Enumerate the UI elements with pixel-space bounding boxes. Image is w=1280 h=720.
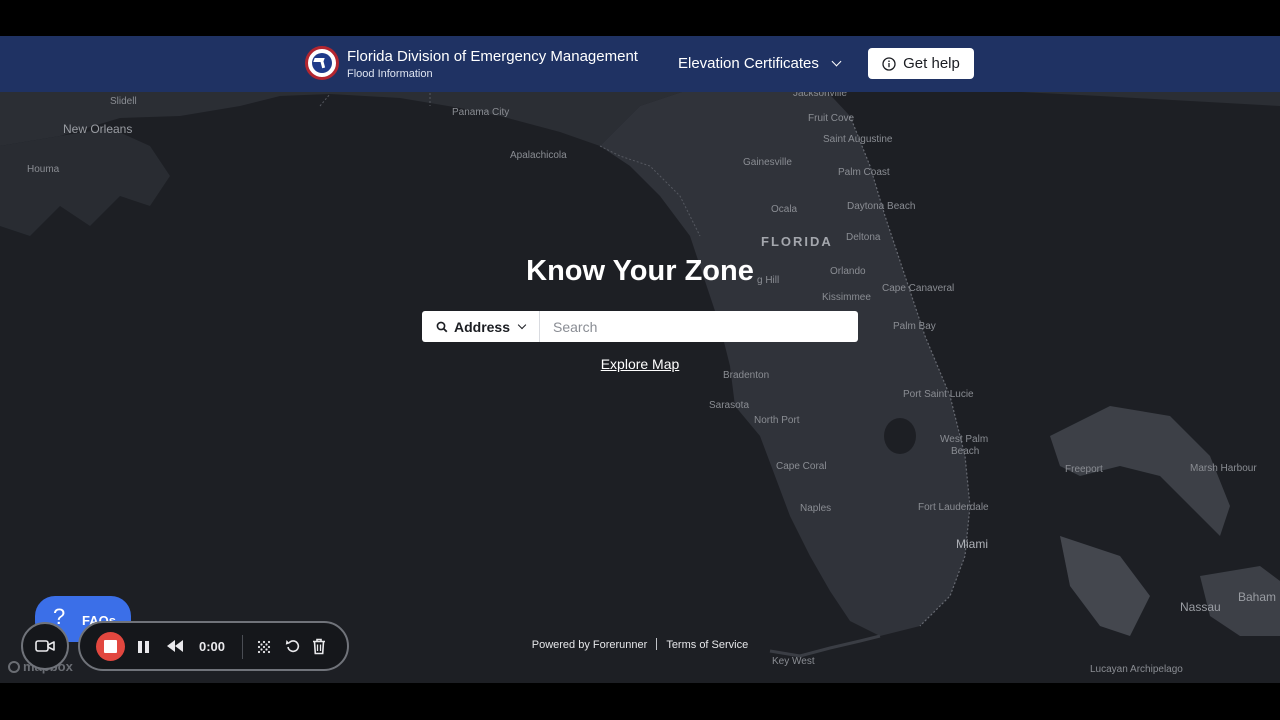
chevron-down-icon [831, 56, 842, 67]
map-label-cape-coral: Cape Coral [776, 461, 827, 472]
elevation-certificates-menu[interactable]: Elevation Certificates [678, 55, 842, 72]
map-label-palm-coast: Palm Coast [838, 167, 890, 178]
map-label-panama-city: Panama City [452, 107, 510, 118]
top-header: Florida Division of Emergency Management… [0, 36, 1280, 92]
recording-timer: 0:00 [199, 639, 226, 654]
grid-dots-icon[interactable] [256, 639, 272, 655]
map-label-new-orleans: New Orleans [63, 122, 133, 136]
map-label-key-west: Key West [772, 656, 815, 667]
map-label-saint-augustine: Saint Augustine [823, 134, 893, 145]
recording-toolbar: 0:00 [78, 621, 349, 671]
map-label-slidell: Slidell [110, 96, 137, 107]
restart-icon[interactable] [285, 638, 301, 654]
letterbox-top [0, 0, 1280, 36]
map-label-daytona-beach: Daytona Beach [847, 201, 916, 212]
map-label-west-palm-beach-1: West Palm [940, 434, 989, 445]
footer-divider [656, 638, 658, 650]
map-label-palm-bay: Palm Bay [893, 321, 936, 332]
trash-icon[interactable] [312, 638, 326, 655]
map-label-gainesville: Gainesville [743, 157, 792, 168]
pause-icon-left-bar [138, 641, 142, 653]
camera-toggle-button[interactable] [21, 622, 69, 670]
map-label-naples: Naples [800, 503, 832, 514]
search-type-label: Address [453, 318, 511, 335]
map-label-sarasota: Sarasota [709, 400, 750, 411]
map-label-fruit-cove: Fruit Cove [808, 113, 855, 124]
map-label-kissimmee: Kissimmee [822, 292, 871, 303]
map-label-bahamas: Baham [1238, 590, 1277, 604]
search-icon [436, 321, 448, 332]
map-label-apalachicola: Apalachicola [510, 150, 567, 161]
get-help-label: Get help [903, 55, 960, 72]
org-title[interactable]: Florida Division of Emergency Management [347, 48, 638, 65]
search-type-dropdown[interactable]: Address [422, 311, 540, 342]
explore-map-link[interactable]: Explore Map [601, 356, 680, 372]
pause-button[interactable] [137, 639, 151, 655]
map-label-ocala: Ocala [771, 204, 798, 215]
map-label-north-port: North Port [754, 415, 800, 426]
powered-by-link[interactable]: Powered by Forerunner [532, 639, 648, 651]
pause-icon-right-bar [145, 641, 149, 653]
map-label-houma: Houma [27, 164, 60, 175]
elevation-certificates-label: Elevation Certificates [678, 55, 819, 72]
info-icon [882, 56, 896, 71]
get-help-button[interactable]: Get help [868, 48, 974, 79]
chevron-down-icon [517, 320, 527, 330]
map-label-port-saint-lucie: Port Saint Lucie [903, 389, 974, 400]
letterbox-bottom [0, 683, 1280, 720]
mapbox-logo-icon [8, 660, 20, 673]
stop-icon [104, 640, 117, 653]
rewind-icon[interactable] [167, 640, 184, 652]
search-input[interactable] [540, 311, 858, 342]
map-label-fort-lauderdale: Fort Lauderdale [918, 502, 989, 513]
explore-map-row: Explore Map [0, 356, 1280, 374]
map-label-florida: FLORIDA [761, 234, 833, 249]
search-bar: Address [422, 311, 858, 342]
map-label-marsh-harbour: Marsh Harbour [1190, 463, 1257, 474]
map-label-west-palm-beach-2: Beach [951, 446, 980, 457]
map-label-freeport: Freeport [1065, 464, 1103, 475]
map-label-deltona: Deltona [846, 232, 881, 243]
video-camera-icon [35, 640, 55, 652]
org-subtitle: Flood Information [347, 68, 433, 80]
map-label-lucayan: Lucayan Archipelago [1090, 664, 1183, 675]
map-label-nassau: Nassau [1180, 600, 1221, 614]
map-label-miami: Miami [956, 537, 988, 551]
toolbar-divider [242, 635, 243, 659]
page-title: Know Your Zone [526, 255, 754, 287]
terms-of-service-link[interactable]: Terms of Service [666, 639, 748, 651]
stop-recording-button[interactable] [96, 632, 125, 661]
fdem-logo[interactable] [305, 46, 339, 80]
